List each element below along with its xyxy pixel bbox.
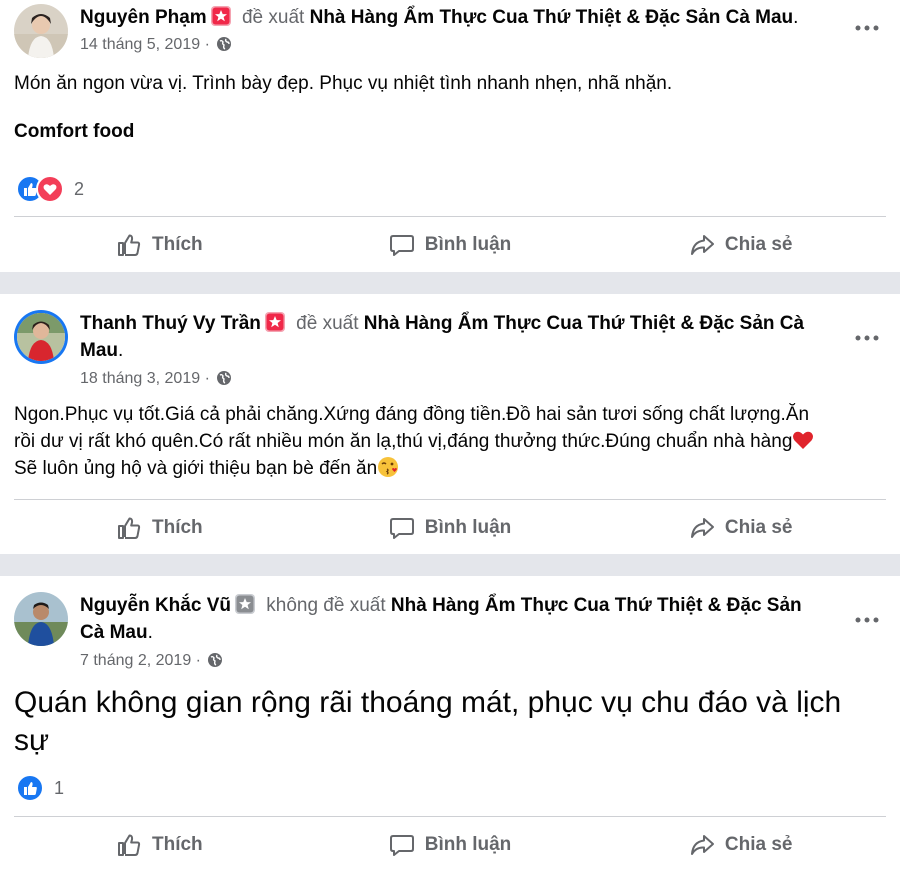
comment-button[interactable]: Bình luận [305, 823, 596, 867]
more-options-icon[interactable] [854, 330, 880, 341]
action-bar: Thích Bình luận Chia sẻ [14, 506, 886, 550]
comment-icon [389, 235, 414, 256]
post-text: Món ăn ngon vừa vị. Trình bày đẹp. Phục … [14, 70, 880, 145]
not-recommend-badge-icon [234, 594, 255, 614]
comment-icon [389, 518, 414, 539]
reaction-summary[interactable]: 1 [16, 774, 65, 802]
share-icon [690, 235, 714, 255]
share-label: Chia sẻ [724, 834, 793, 855]
share-button[interactable]: Chia sẻ [595, 506, 886, 550]
post-text-line: rồi dư vị rất khó quên.Có rất nhiều món … [14, 431, 793, 452]
divider [14, 216, 886, 217]
love-icon [36, 175, 64, 203]
like-button[interactable]: Thích [14, 506, 305, 550]
post-header: Nguyên Phạm đề xuất Nhà Hàng Ẩm Thực Cua… [80, 4, 830, 31]
thumbs-up-icon [118, 234, 141, 256]
post-text: Ngon.Phục vụ tốt.Giá cả phải chăng.Xứng … [14, 401, 890, 482]
post-meta: 18 tháng 3, 2019 · [80, 368, 232, 390]
post-text-line: Sẽ luôn ủng hộ và giới thiệu bạn bè đến … [14, 458, 378, 479]
red-heart-emoji [793, 431, 814, 449]
comment-label: Bình luận [424, 834, 512, 855]
like-label: Thích [152, 517, 203, 538]
recommend-verb: đề xuất [241, 7, 305, 28]
post-meta: 14 tháng 5, 2019 · [80, 34, 232, 56]
page-name[interactable]: Nhà Hàng Ẩm Thực Cua Thứ Thiệt & Đặc Sản… [310, 7, 794, 28]
reaction-count: 1 [54, 777, 65, 798]
like-button[interactable]: Thích [14, 223, 305, 267]
recommend-verb: đề xuất [296, 313, 359, 334]
recommend-badge-icon [264, 312, 285, 332]
meta-separator: · [195, 652, 201, 669]
like-label: Thích [152, 234, 203, 255]
post-text: Quán không gian rộng rãi thoáng mát, phụ… [14, 684, 880, 760]
like-icon [16, 774, 44, 802]
share-label: Chia sẻ [724, 234, 793, 255]
review-post: Nguyễn Khắc Vũ không đề xuất Nhà Hàng Ẩm… [0, 576, 900, 876]
thumbs-up-icon [118, 834, 141, 856]
reaction-summary[interactable]: 2 [16, 175, 85, 203]
post-date[interactable]: 18 tháng 3, 2019 [80, 370, 200, 387]
comment-label: Bình luận [424, 517, 512, 538]
more-options-icon[interactable] [854, 20, 880, 31]
recommend-verb: không đề xuất [266, 595, 386, 616]
reaction-count: 2 [74, 178, 85, 199]
globe-icon [217, 37, 232, 51]
post-meta: 7 tháng 2, 2019 · [80, 650, 223, 672]
meta-separator: · [204, 36, 210, 53]
review-post: Thanh Thuý Vy Trần đề xuất Nhà Hàng Ẩm T… [0, 294, 900, 554]
period: . [118, 340, 124, 361]
comment-button[interactable]: Bình luận [305, 223, 596, 267]
period: . [147, 622, 153, 643]
author-name[interactable]: Thanh Thuý Vy Trần [80, 313, 261, 334]
like-label: Thích [152, 834, 203, 855]
post-date[interactable]: 14 tháng 5, 2019 [80, 36, 200, 53]
author-name[interactable]: Nguyên Phạm [80, 7, 207, 28]
author-name[interactable]: Nguyễn Khắc Vũ [80, 595, 231, 616]
post-header: Thanh Thuý Vy Trần đề xuất Nhà Hàng Ẩm T… [80, 310, 830, 364]
globe-icon [208, 653, 223, 667]
post-text-line: sự [14, 724, 50, 757]
tag-label: Comfort food [14, 121, 135, 142]
post-text-line: Món ăn ngon vừa vị. Trình bày đẹp. Phục … [14, 73, 673, 94]
share-icon [690, 518, 714, 538]
period: . [793, 7, 799, 28]
share-icon [690, 835, 714, 855]
like-button[interactable]: Thích [14, 823, 305, 867]
recommend-badge-icon [210, 6, 231, 26]
post-header: Nguyễn Khắc Vũ không đề xuất Nhà Hàng Ẩm… [80, 592, 830, 646]
comment-label: Bình luận [424, 234, 512, 255]
meta-separator: · [204, 370, 210, 387]
avatar[interactable] [17, 313, 65, 361]
thumbs-up-icon [118, 517, 141, 539]
more-options-icon[interactable] [854, 612, 880, 623]
share-button[interactable]: Chia sẻ [595, 223, 886, 267]
divider [14, 816, 886, 817]
action-bar: Thích Bình luận Chia sẻ [14, 223, 886, 267]
post-date[interactable]: 7 tháng 2, 2019 [80, 652, 191, 669]
action-bar: Thích Bình luận Chia sẻ [14, 823, 886, 867]
post-text-line: Ngon.Phục vụ tốt.Giá cả phải chăng.Xứng … [14, 404, 810, 425]
comment-button[interactable]: Bình luận [305, 506, 596, 550]
review-post: Nguyên Phạm đề xuất Nhà Hàng Ẩm Thực Cua… [0, 0, 900, 272]
share-label: Chia sẻ [724, 517, 793, 538]
share-button[interactable]: Chia sẻ [595, 823, 886, 867]
comment-icon [389, 835, 414, 856]
globe-icon [217, 371, 232, 385]
divider [14, 499, 886, 500]
avatar[interactable] [14, 592, 68, 646]
kissing-face-emoji [378, 457, 399, 477]
avatar[interactable] [14, 4, 68, 58]
post-text-line: Quán không gian rộng rãi thoáng mát, phụ… [14, 686, 842, 719]
